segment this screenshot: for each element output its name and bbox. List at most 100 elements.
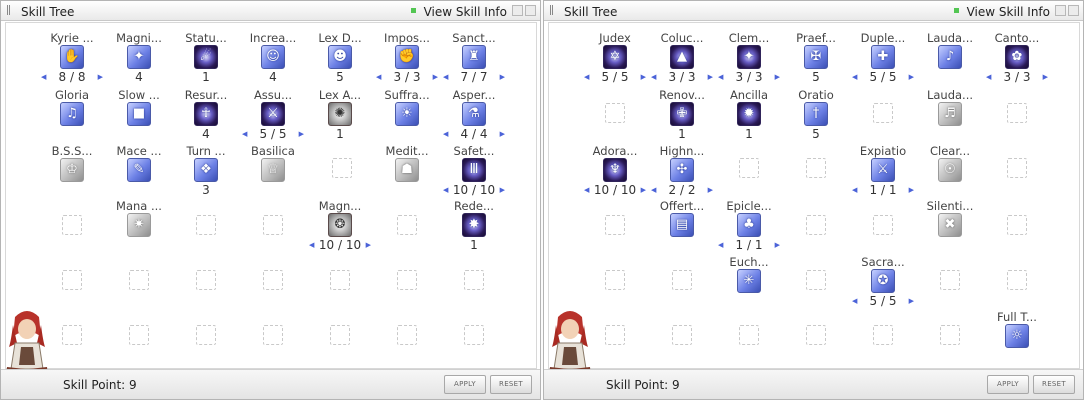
increase-arrow-icon[interactable]: ▶ bbox=[775, 239, 780, 251]
skill-slot[interactable]: Basilica ♕ bbox=[238, 145, 308, 201]
mace-mastery-icon[interactable]: ✎ bbox=[127, 158, 151, 182]
skill-slot[interactable]: Safet... Ⅲ ◀ 10 / 10 ▶ bbox=[439, 145, 509, 201]
magnus-exorcismus-icon[interactable]: ❂ bbox=[328, 213, 352, 237]
skill-slot[interactable]: Highn... ✣ ◀ 2 / 2 ▶ bbox=[647, 145, 717, 201]
impositio-icon[interactable]: ✊ bbox=[395, 45, 419, 69]
skill-slot[interactable]: Coluc... ▲ ◀ 3 / 3 ▶ bbox=[647, 32, 717, 88]
apply-button[interactable]: APPLY bbox=[444, 375, 486, 394]
view-skill-info-button[interactable]: View Skill Info bbox=[424, 5, 507, 19]
praefatio-icon[interactable]: ✠ bbox=[804, 45, 828, 69]
increase-arrow-icon[interactable]: ▶ bbox=[641, 184, 646, 196]
increase-arrow-icon[interactable]: ▶ bbox=[641, 71, 646, 83]
safety-wall-icon[interactable]: Ⅲ bbox=[462, 158, 486, 182]
increase-arrow-icon[interactable]: ▶ bbox=[500, 184, 505, 196]
skill-slot[interactable]: Increa... ☺ 4 bbox=[238, 32, 308, 88]
skill-slot[interactable]: Epicle... ♣ ◀ 1 / 1 ▶ bbox=[714, 200, 784, 256]
skill-slot[interactable]: Euch... ✳ bbox=[714, 256, 784, 312]
resurrection-icon[interactable]: ☥ bbox=[194, 102, 218, 126]
gloria-icon[interactable]: ♫ bbox=[60, 102, 84, 126]
duple-light-icon[interactable]: ✚ bbox=[871, 45, 895, 69]
skill-slot[interactable]: Suffra... ☀ bbox=[372, 89, 442, 145]
skill-slot[interactable]: Sanct... ♜ ◀ 7 / 7 ▶ bbox=[439, 32, 509, 88]
clearance-icon[interactable]: ☉ bbox=[938, 158, 962, 182]
skill-slot[interactable]: Praef... ✠ 5 bbox=[781, 32, 851, 88]
skill-slot[interactable]: Asper... ⚗ ◀ 4 / 4 ▶ bbox=[439, 89, 509, 145]
reset-button[interactable]: RESET bbox=[490, 375, 532, 394]
increase-arrow-icon[interactable]: ▶ bbox=[299, 128, 304, 140]
increase-arrow-icon[interactable]: ▶ bbox=[708, 71, 713, 83]
skill-slot[interactable]: Assu... ⚔ ◀ 5 / 5 ▶ bbox=[238, 89, 308, 145]
skill-slot[interactable]: Turn ... ❖ 3 bbox=[171, 145, 241, 201]
skill-slot[interactable]: Lauda... ♬ bbox=[915, 89, 985, 145]
skill-slot[interactable]: Impos... ✊ ◀ 3 / 3 ▶ bbox=[372, 32, 442, 88]
assumptio-icon[interactable]: ⚔ bbox=[261, 102, 285, 126]
increase-arrow-icon[interactable]: ▶ bbox=[500, 71, 505, 83]
title-bar[interactable]: Skill Tree View Skill Info bbox=[1, 1, 540, 21]
skill-slot[interactable]: Offert... ▤ bbox=[647, 200, 717, 256]
skill-slot[interactable]: Full T... ☼ bbox=[982, 311, 1052, 367]
increase-arrow-icon[interactable]: ▶ bbox=[909, 184, 914, 196]
meditatio-icon[interactable]: ☗ bbox=[395, 158, 419, 182]
skill-slot[interactable]: Lex A... ✺ 1 bbox=[305, 89, 375, 145]
drag-grip-icon[interactable] bbox=[7, 5, 10, 15]
skill-slot[interactable]: Lex D... ☻ 5 bbox=[305, 32, 375, 88]
clementia-icon[interactable]: ✦ bbox=[737, 45, 761, 69]
skill-slot[interactable]: Mace ... ✎ bbox=[104, 145, 174, 201]
kyrie-icon[interactable]: ✋ bbox=[60, 45, 84, 69]
status-recovery-icon[interactable]: ☄ bbox=[194, 45, 218, 69]
eucharistica-icon[interactable]: ✳ bbox=[737, 269, 761, 293]
skill-slot[interactable]: B.S.S... ♔ bbox=[37, 145, 107, 201]
full-throttle-icon[interactable]: ☼ bbox=[1005, 324, 1029, 348]
minimize-icon[interactable] bbox=[512, 5, 523, 16]
skill-slot[interactable]: Renov... ✙ 1 bbox=[647, 89, 717, 145]
increase-arrow-icon[interactable]: ▶ bbox=[909, 71, 914, 83]
bss-icon[interactable]: ♔ bbox=[60, 158, 84, 182]
oratio-icon[interactable]: † bbox=[804, 102, 828, 126]
skill-slot[interactable]: Mana ... ✷ bbox=[104, 200, 174, 256]
minimize-icon[interactable] bbox=[1055, 5, 1066, 16]
turn-undead-icon[interactable]: ❖ bbox=[194, 158, 218, 182]
redemptio-icon[interactable]: ✸ bbox=[462, 213, 486, 237]
skill-slot[interactable]: Expiatio ⚔ ◀ 1 / 1 ▶ bbox=[848, 145, 918, 201]
apply-button[interactable]: APPLY bbox=[987, 375, 1029, 394]
skill-slot[interactable]: Kyrie ... ✋ ◀ 8 / 8 ▶ bbox=[37, 32, 107, 88]
increase-arrow-icon[interactable]: ▶ bbox=[1043, 71, 1048, 83]
increase-arrow-icon[interactable]: ▶ bbox=[909, 295, 914, 307]
lauda-ramus-icon[interactable]: ♬ bbox=[938, 102, 962, 126]
skill-slot[interactable]: Sacra... ✪ ◀ 5 / 5 ▶ bbox=[848, 256, 918, 312]
skill-slot[interactable]: Silenti... ✖ bbox=[915, 200, 985, 256]
mana-recharge-icon[interactable]: ✷ bbox=[127, 213, 151, 237]
increase-arrow-icon[interactable]: ▶ bbox=[708, 184, 713, 196]
highness-heal-icon[interactable]: ✣ bbox=[670, 158, 694, 182]
reset-button[interactable]: RESET bbox=[1033, 375, 1075, 394]
skill-slot[interactable]: Clear... ☉ bbox=[915, 145, 985, 201]
silentium-icon[interactable]: ✖ bbox=[938, 213, 962, 237]
skill-slot[interactable]: Clem... ✦ ◀ 3 / 3 ▶ bbox=[714, 32, 784, 88]
skill-slot[interactable]: Duple... ✚ ◀ 5 / 5 ▶ bbox=[848, 32, 918, 88]
lex-aeterna-icon[interactable]: ✺ bbox=[328, 102, 352, 126]
increase-arrow-icon[interactable]: ▶ bbox=[98, 71, 103, 83]
skill-slot[interactable]: Canto... ✿ ◀ 3 / 3 ▶ bbox=[982, 32, 1052, 88]
title-bar[interactable]: Skill Tree View Skill Info bbox=[544, 1, 1083, 21]
slow-poison-icon[interactable]: ■ bbox=[127, 102, 151, 126]
increase-arrow-icon[interactable]: ▶ bbox=[775, 71, 780, 83]
canto-candidus-icon[interactable]: ✿ bbox=[1005, 45, 1029, 69]
skill-slot[interactable]: Oratio † 5 bbox=[781, 89, 851, 145]
drag-grip-icon[interactable] bbox=[550, 5, 553, 15]
skill-slot[interactable]: Gloria ♫ bbox=[37, 89, 107, 145]
skill-slot[interactable]: Slow ... ■ bbox=[104, 89, 174, 145]
judex-icon[interactable]: ✡ bbox=[603, 45, 627, 69]
renovatio-icon[interactable]: ✙ bbox=[670, 102, 694, 126]
suffragium-icon[interactable]: ☀ bbox=[395, 102, 419, 126]
adoramus-icon[interactable]: ♆ bbox=[603, 158, 627, 182]
ancilla-icon[interactable]: ✹ bbox=[737, 102, 761, 126]
skill-slot[interactable]: Judex ✡ ◀ 5 / 5 ▶ bbox=[580, 32, 650, 88]
aspersio-icon[interactable]: ⚗ bbox=[462, 102, 486, 126]
sanctuary-icon[interactable]: ♜ bbox=[462, 45, 486, 69]
close-icon[interactable] bbox=[525, 5, 536, 16]
view-skill-info-button[interactable]: View Skill Info bbox=[967, 5, 1050, 19]
coluceo-heal-icon[interactable]: ▲ bbox=[670, 45, 694, 69]
skill-slot[interactable]: Magn... ❂ ◀ 10 / 10 ▶ bbox=[305, 200, 375, 256]
skill-slot[interactable]: Magni... ✦ 4 bbox=[104, 32, 174, 88]
skill-slot[interactable]: Medit... ☗ bbox=[372, 145, 442, 201]
